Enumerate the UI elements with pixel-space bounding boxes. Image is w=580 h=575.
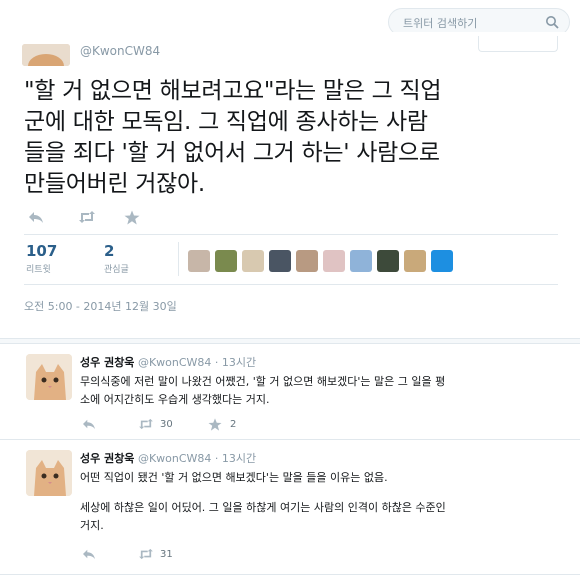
favorite-count[interactable]: 2	[104, 242, 129, 260]
reply-author-handle[interactable]: @KwonCW84	[138, 356, 211, 369]
favorite-stat[interactable]: 2 관심글	[104, 242, 129, 275]
search-icon[interactable]	[545, 15, 559, 29]
avatar[interactable]	[269, 250, 291, 272]
star-icon[interactable]	[208, 418, 222, 431]
reply-actions: 30 2	[80, 418, 300, 434]
retweet-icon[interactable]	[138, 548, 154, 560]
reply-text-line: 무의식중에 저런 말이 나왔건 어쨌건, '할 거 없으면 해보겠다'는 말은 …	[80, 375, 446, 388]
favorite-label: 관심글	[104, 265, 129, 275]
avatar[interactable]	[215, 250, 237, 272]
reply-icon[interactable]	[82, 548, 96, 560]
divider	[24, 284, 558, 285]
avatar[interactable]	[323, 250, 345, 272]
follow-button[interactable]	[478, 36, 558, 52]
avatar[interactable]	[188, 250, 210, 272]
retweet-count[interactable]: 107	[26, 242, 57, 260]
retweet-stat[interactable]: 107 리트윗	[26, 242, 57, 275]
tweet-text-line: "할 거 없으면 해보려고요"라는 말은 그 직업	[24, 78, 442, 104]
avatar[interactable]	[22, 44, 70, 66]
tweet-text: "할 거 없으면 해보려고요"라는 말은 그 직업 군에 대한 모독임. 그 직…	[24, 76, 564, 200]
reply-text-line: 어떤 직업이 됐건 '할 거 없으면 해보겠다'는 말을 들을 이유는 없음.	[80, 471, 388, 484]
avatar[interactable]	[404, 250, 426, 272]
tweet-text-line: 만들어버린 거잖아.	[24, 171, 205, 197]
reply-tweet[interactable]: 성우 권창욱 @KwonCW84 · 13시간 무의식중에 저런 말이 나왔건 …	[0, 344, 580, 440]
tweet-actions	[24, 210, 224, 230]
tweet-timestamp[interactable]: 오전 5:00 - 2014년 12월 30일	[24, 298, 177, 314]
divider	[24, 234, 558, 235]
reply-header: 성우 권창욱 @KwonCW84 · 13시간	[80, 354, 256, 370]
reply-text-line: 세상에 하찮은 일이 어딨어. 그 일을 하찮게 여기는 사람의 인격이 하찮은…	[80, 501, 446, 514]
reply-time[interactable]: · 13시간	[215, 452, 256, 465]
reply-actions: 31	[80, 548, 300, 564]
reply-author-name[interactable]: 성우 권창욱	[80, 452, 134, 465]
reply-header: 성우 권창욱 @KwonCW84 · 13시간	[80, 450, 256, 466]
retweet-count[interactable]: 31	[160, 549, 173, 560]
avatar[interactable]	[377, 250, 399, 272]
reply-author-handle[interactable]: @KwonCW84	[138, 452, 211, 465]
avatar[interactable]	[26, 354, 72, 400]
avatar[interactable]	[350, 250, 372, 272]
cat-avatar-image	[26, 450, 72, 496]
favorite-count[interactable]: 2	[230, 419, 236, 430]
cat-avatar-image	[22, 44, 70, 66]
tweet-handle[interactable]: @KwonCW84	[80, 44, 160, 58]
cat-avatar-image	[26, 354, 72, 400]
reply-text-line: 거지.	[80, 519, 104, 532]
divider	[178, 242, 179, 276]
reply-icon[interactable]	[82, 418, 96, 430]
reply-author-name[interactable]: 성우 권창욱	[80, 356, 134, 369]
tweet-text-line: 들을 죄다 '할 거 없어서 그거 하는' 사람으로	[24, 140, 440, 166]
main-tweet: @KwonCW84 "할 거 없으면 해보려고요"라는 말은 그 직업 군에 대…	[0, 32, 580, 342]
reply-text: 무의식중에 저런 말이 나왔건 어쨌건, '할 거 없으면 해보겠다'는 말은 …	[80, 373, 560, 409]
avatar[interactable]	[242, 250, 264, 272]
retweet-icon[interactable]	[78, 210, 96, 224]
reply-tweet[interactable]: 성우 권창욱 @KwonCW84 · 13시간 어떤 직업이 됐건 '할 거 없…	[0, 440, 580, 575]
reply-icon[interactable]	[28, 210, 44, 224]
avatar[interactable]	[296, 250, 318, 272]
avatar[interactable]	[431, 250, 453, 272]
search-placeholder[interactable]: 트위터 검색하기	[403, 15, 477, 31]
star-icon[interactable]	[124, 210, 140, 225]
reply-text-spacer	[80, 487, 560, 499]
retweet-label: 리트윗	[26, 265, 51, 275]
reply-time[interactable]: · 13시간	[215, 356, 256, 369]
reply-text-line: 소에 어지간히도 우습게 생각했다는 거지.	[80, 393, 270, 406]
avatar[interactable]	[26, 450, 72, 496]
retweet-count[interactable]: 30	[160, 419, 173, 430]
retweet-icon[interactable]	[138, 418, 154, 430]
tweet-text-line: 군에 대한 모독임. 그 직업에 종사하는 사람	[24, 109, 428, 135]
reply-text: 어떤 직업이 됐건 '할 거 없으면 해보겠다'는 말을 들을 이유는 없음. …	[80, 469, 560, 535]
